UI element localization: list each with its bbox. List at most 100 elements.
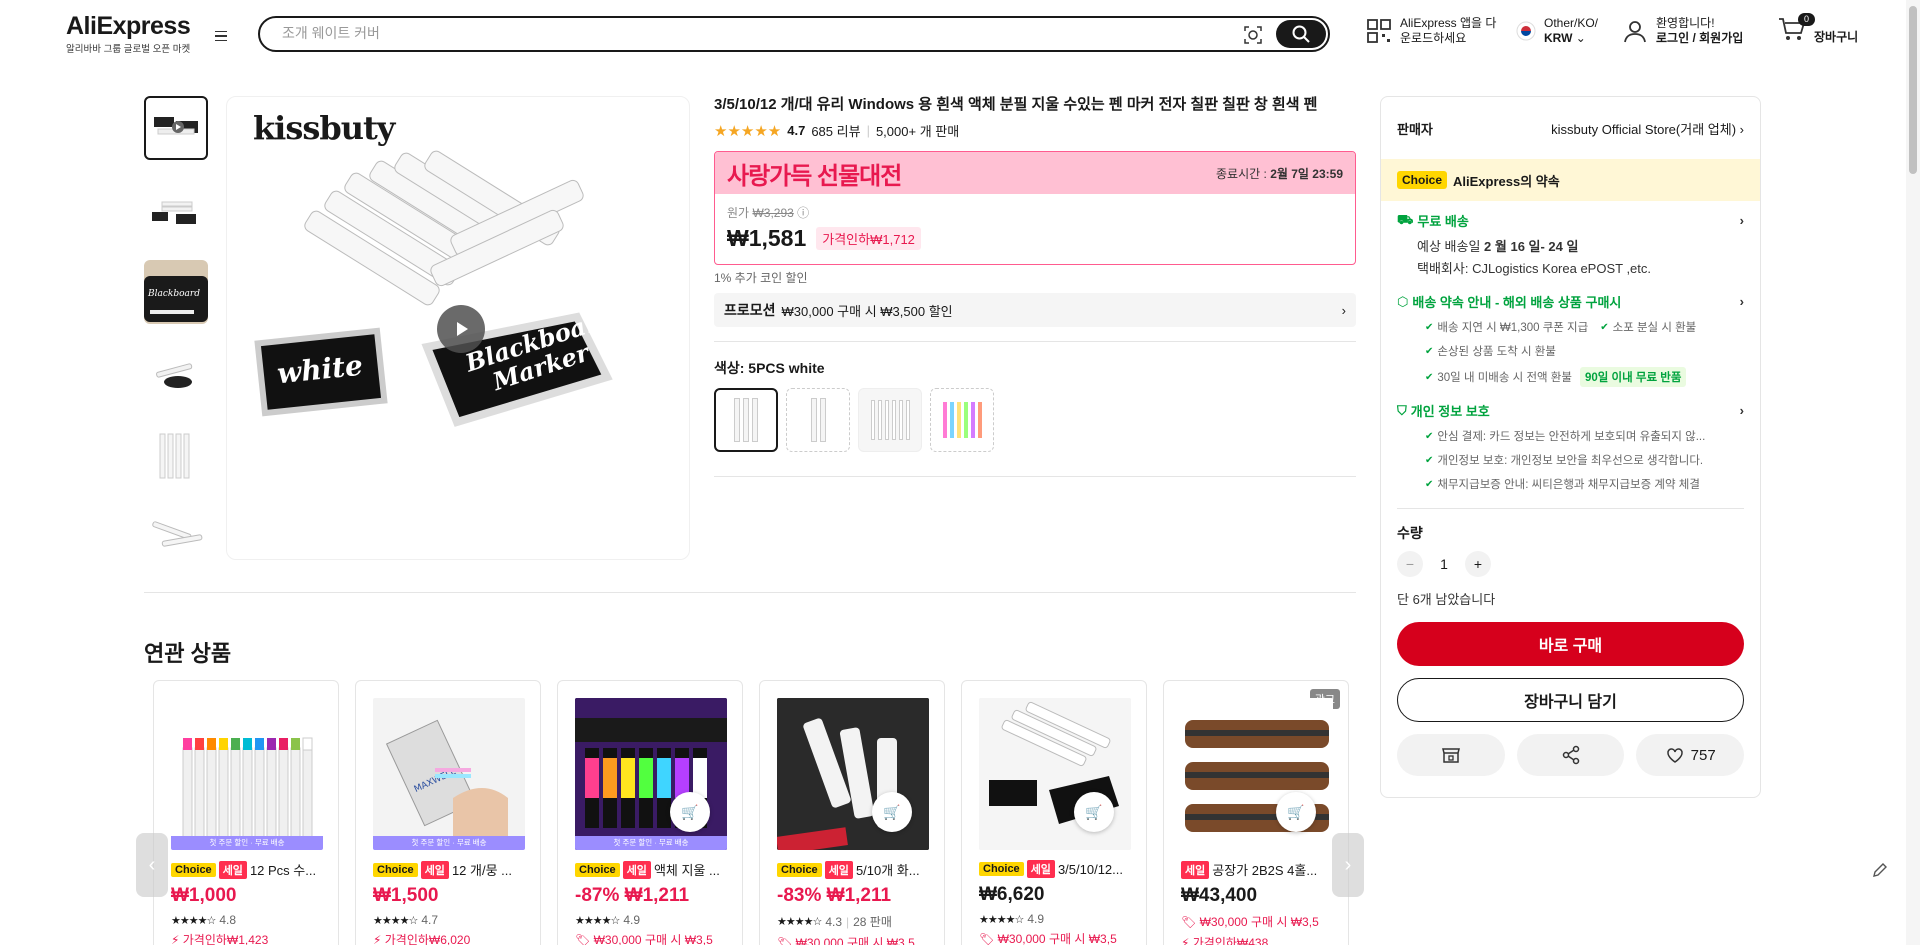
search-input[interactable]: [282, 25, 1182, 41]
sale-badge: 세일: [824, 860, 853, 879]
carousel-next-button[interactable]: ›: [1332, 833, 1364, 897]
quantity-value[interactable]: 1: [1437, 556, 1451, 572]
coupon-text: ₩30,000 구매 시 ₩3,5: [795, 936, 915, 945]
login-link[interactable]: 로그인 / 회원가입: [1656, 31, 1743, 45]
main-product-image[interactable]: kissbuty white Blackboard Marker: [226, 96, 690, 560]
play-video-button[interactable]: [437, 305, 485, 353]
currency-label: KRW: [1544, 31, 1573, 45]
add-to-cart-icon[interactable]: 🛒: [670, 792, 710, 832]
swatch-multicolor[interactable]: [930, 388, 994, 452]
privacy-text: 채무지급보증 안내: 씨티은행과 채무지급보증 계약 체결: [1437, 479, 1700, 491]
coupon-text: ₩30,000 구매 시 ₩3,5: [593, 933, 713, 945]
menu-icon[interactable]: [210, 26, 232, 46]
thumbnail-3[interactable]: Blackboard: [144, 260, 208, 324]
chevron-right-icon: ›: [1739, 121, 1744, 137]
app-download[interactable]: AliExpress 앱을 다 운로드하세요: [1366, 16, 1496, 46]
seller-name-text: kissbuty Official Store(거래 업체): [1551, 121, 1737, 137]
rating-stars-icon: ★★★★☆: [777, 916, 822, 928]
coupon-text: 가격인하₩1,423: [182, 933, 269, 945]
product-price: -83% ₩1,211: [777, 885, 892, 906]
product-card[interactable]: 첫 주문 할인 · 무료 배송 Choice 세일 액체 지울 ... -87% ₩…: [557, 680, 743, 945]
product-price: ₩43,400: [1181, 885, 1258, 906]
buy-now-button[interactable]: 바로 구매: [1397, 622, 1744, 666]
product-card[interactable]: Choice 세일 3/5/10/12... ₩6,620 ★★★★☆ 4.9 🏷 ₩…: [961, 680, 1147, 945]
page-scrollbar[interactable]: [1906, 0, 1920, 945]
product-image: 첫 주문 할인 · 무료 배송: [171, 698, 323, 850]
aliexpress-logo[interactable]: AliExpress 알리바바 그룹 글로벌 오픈 마켓: [66, 12, 196, 55]
account-menu[interactable]: 환영합니다! 로그인 / 회원가입: [1622, 16, 1743, 46]
thumbnail-6[interactable]: [144, 506, 208, 570]
add-to-cart-icon[interactable]: 🛒: [1074, 792, 1114, 832]
info-icon[interactable]: ⓘ: [797, 206, 809, 220]
check-icon: ✔: [1425, 321, 1434, 333]
logo-text: AliExpress: [66, 12, 191, 40]
check-icon: ✔: [1600, 321, 1609, 333]
thumbnail-video[interactable]: [144, 96, 208, 160]
store-button[interactable]: [1397, 734, 1505, 776]
decrease-button[interactable]: −: [1397, 551, 1423, 577]
thumbnail-2[interactable]: [144, 178, 208, 242]
divider: [144, 592, 1356, 593]
stock-notice: 단 6개 남았습니다: [1397, 592, 1496, 607]
product-image: 첫 주문 할인 · 무료 배송: [575, 698, 727, 850]
add-to-cart-icon[interactable]: 🛒: [872, 792, 912, 832]
product-image: MAXWELL 첫 주문 할인 · 무료 배송: [373, 698, 525, 850]
sale-box: 사랑가득 선물대전 종료시간 : 2월 7일 23:59 원가 ₩3,293 ⓘ…: [714, 151, 1356, 265]
sale-banner: 사랑가득 선물대전 종료시간 : 2월 7일 23:59: [715, 152, 1355, 194]
seller-row[interactable]: 판매자 kissbuty Official Store(거래 업체) ›: [1381, 97, 1760, 159]
choice-badge: Choice: [575, 862, 620, 877]
swatch-5pcs-white[interactable]: [714, 388, 778, 452]
reviews-link[interactable]: 685 리뷰: [811, 121, 860, 140]
region-line1: Other/KO/: [1544, 16, 1599, 30]
product-name-text: 5/10개 화...: [855, 863, 920, 878]
rating-stars-icon: ★★★★☆: [979, 913, 1024, 926]
rating-value: 4.8: [219, 913, 236, 927]
end-label: 종료시간 :: [1216, 166, 1267, 181]
increase-button[interactable]: +: [1465, 551, 1491, 577]
feedback-edit-button[interactable]: [1866, 856, 1894, 884]
scrollbar-thumb[interactable]: [1909, 6, 1917, 174]
privacy-title: 개인 정보 보호: [1410, 404, 1490, 419]
privacy-item: ✔ 채무지급보증 안내: 씨티은행과 채무지급보증 계약 체결: [1425, 476, 1744, 492]
swatch-3pcs-white[interactable]: [786, 388, 850, 452]
thumbnail-4[interactable]: [144, 342, 208, 406]
thumbnail-5[interactable]: [144, 424, 208, 488]
sale-badge: 세일: [420, 860, 449, 879]
search-button[interactable]: [1276, 20, 1326, 48]
image-search-icon[interactable]: [1242, 24, 1264, 46]
sale-badge: 세일: [1026, 860, 1055, 878]
chevron-down-icon: ⌄: [1575, 31, 1586, 45]
action-buttons: 757: [1397, 734, 1745, 776]
product-card[interactable]: Choice 세일 5/10개 화... -83% ₩1,211 ★★★★☆ 4.3 |…: [759, 680, 945, 945]
cart-link[interactable]: 0 장바구니: [1778, 13, 1858, 46]
add-to-cart-button[interactable]: 장바구니 담기: [1397, 678, 1744, 722]
product-rating: ★★★★☆ 4.9: [979, 912, 1129, 926]
thumbnail-list: Blackboard: [144, 96, 210, 588]
share-button[interactable]: [1516, 734, 1625, 776]
swatch-12pcs-white[interactable]: [858, 388, 922, 452]
box-icon: ⬡: [1397, 293, 1409, 309]
korea-flag-icon: [1516, 21, 1536, 41]
seller-name[interactable]: kissbuty Official Store(거래 업체) ›: [1551, 119, 1744, 138]
product-card[interactable]: 첫 주문 할인 · 무료 배송 Choice 세일 12 Pcs 수... ₩1,0…: [153, 680, 339, 945]
divider: [714, 476, 1356, 477]
delivery-estimate: 예상 배송일 2 월 16 일- 24 일: [1417, 238, 1744, 256]
wishlist-button[interactable]: 757: [1636, 734, 1745, 776]
promotion-row[interactable]: 프로모션 ₩30,000 구매 시 ₩3,500 할인 ›: [714, 293, 1356, 327]
product-card[interactable]: 광고 세일공장가 2B2S 4홀... ₩43,400 🏷 ₩30,000 구매…: [1163, 680, 1349, 945]
delivery-guarantee-section[interactable]: ⬡ 배송 약속 안내 - 해외 배송 상품 구매시 › ✔ 배송 지연 시 ₩1,30…: [1381, 292, 1760, 387]
original-price: 원가 ₩3,293 ⓘ: [727, 204, 1343, 221]
carousel-prev-button[interactable]: ‹: [136, 833, 168, 897]
check-icon: ✔: [1425, 454, 1434, 466]
product-rating: ★★★★☆ 4.8: [171, 913, 321, 927]
shipping-section[interactable]: ⛟ 무료 배송 › 예상 배송일 2 월 16 일- 24 일 택배회사: CJLo…: [1381, 211, 1760, 278]
product-name: Choice 세일 12 Pcs 수...: [171, 860, 321, 879]
product-card[interactable]: MAXWELL 첫 주문 할인 · 무료 배송 Choice 세일 12 개/뭉 .…: [355, 680, 541, 945]
add-to-cart-icon[interactable]: 🛒: [1276, 792, 1316, 832]
privacy-section[interactable]: ⛉ 개인 정보 보호 › ✔ 안심 결제: 카드 정보는 안전하게 보호되며 유출되지…: [1381, 401, 1760, 492]
region-selector[interactable]: Other/KO/KRW ⌄: [1516, 16, 1598, 46]
product-coupon: 🏷 ₩30,000 구매 시 ₩3,5: [1181, 915, 1319, 929]
product-coupon: 🏷 ₩30,000 구매 시 ₩3,5: [979, 932, 1117, 945]
choice-badge: Choice: [1397, 171, 1448, 189]
logo-subtitle: 알리바바 그룹 글로벌 오픈 마켓: [66, 44, 191, 55]
